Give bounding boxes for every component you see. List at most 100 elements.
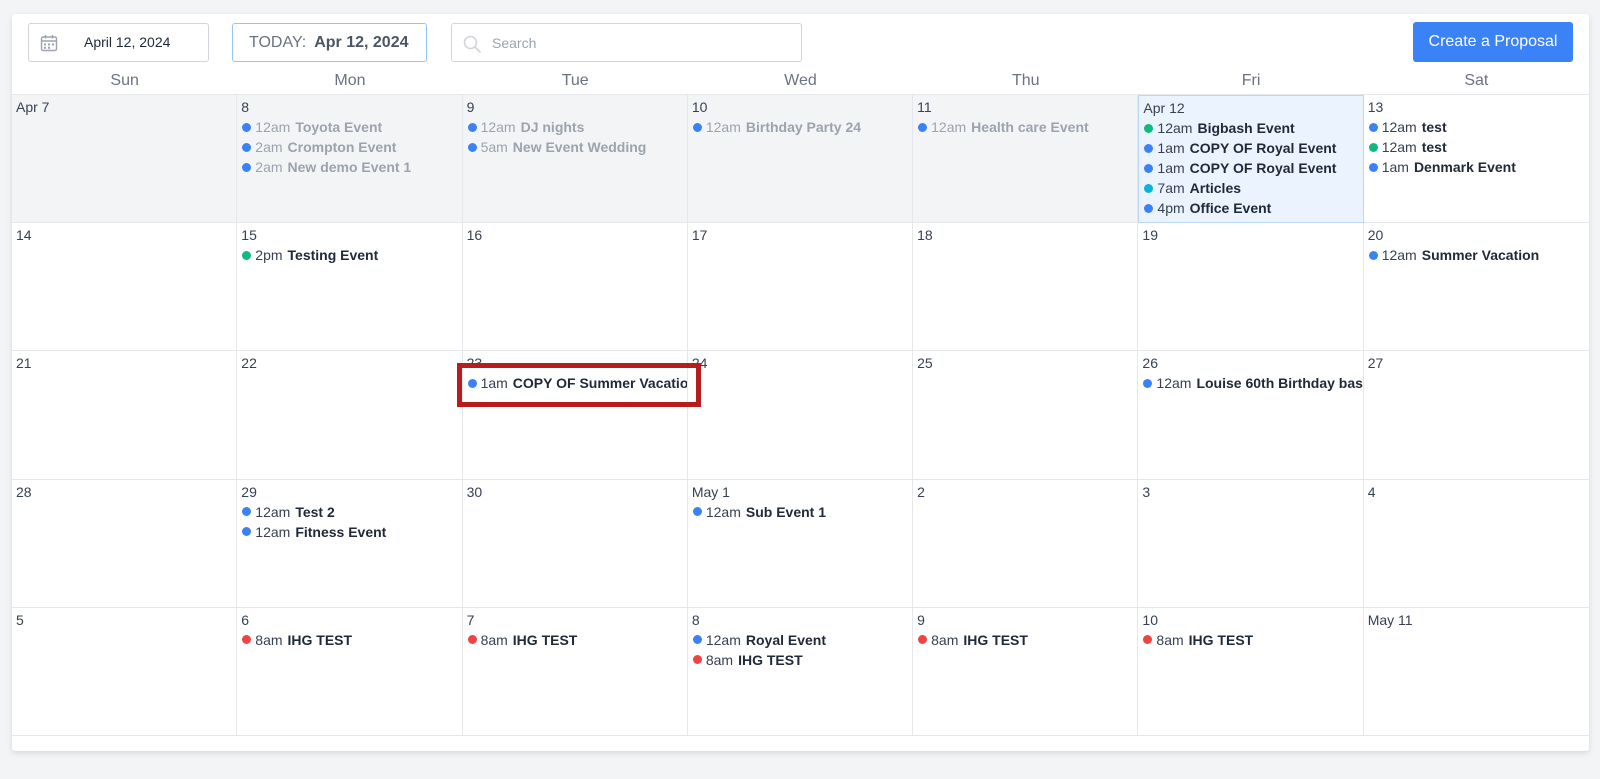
day-cell[interactable]: 9 8am IHG TEST [913,607,1139,736]
calendar-event[interactable]: 2am New demo Event 1 [241,157,457,177]
calendar-event[interactable]: 8am IHG TEST [467,630,683,650]
calendar-event[interactable]: 12am Royal Event [692,630,908,650]
day-cell[interactable]: 10 12am Birthday Party 24 [687,95,914,224]
day-cell[interactable]: 7 8am IHG TEST [462,607,688,736]
day-cell[interactable]: 18 [913,223,1139,352]
day-cell[interactable]: May 1 12am Sub Event 1 [687,479,914,608]
day-cell[interactable]: 14 [12,223,238,352]
calendar-event[interactable]: 8am IHG TEST [692,650,908,670]
day-cell[interactable]: 19 [1138,223,1364,352]
calendar-event[interactable]: 8am IHG TEST [1142,630,1358,650]
day-cell[interactable]: 13 12am test 12am test 1am Denmark Event [1363,95,1589,224]
event-time: 4pm [1157,200,1185,216]
day-cell[interactable]: 20 12am Summer Vacation [1363,223,1589,352]
day-number: 15 [241,227,257,244]
event-time: 12am [1381,119,1417,135]
event-title: Office Event [1189,200,1272,216]
day-number: 19 [1142,227,1158,244]
event-title: Toyota Event [295,119,383,135]
day-cell[interactable]: 17 [687,223,914,352]
day-cell[interactable]: 23 1am COPY OF Summer Vacation [462,351,688,480]
calendar-event[interactable]: 12am Birthday Party 24 [692,117,908,137]
calendar-event[interactable]: 12am Louise 60th Birthday bash [1142,373,1363,393]
search-input[interactable] [492,32,792,54]
calendar-event[interactable]: 1am COPY OF Summer Vacation [467,373,687,393]
calendar-event[interactable]: 2am Crompton Event [241,137,457,157]
day-cell[interactable]: 25 [913,351,1139,480]
day-cell[interactable]: 11 12am Health care Event [913,95,1139,224]
calendar-event[interactable]: 12am Health care Event [917,117,1133,137]
event-title: Louise 60th Birthday bash [1196,375,1364,392]
today-label: TODAY: [249,33,307,51]
event-title: Sub Event 1 [745,503,827,520]
event-title: Royal Event [745,631,827,648]
event-title: test [1421,119,1447,135]
event-dot-icon [467,122,477,132]
calendar-event[interactable]: 12am Sub Event 1 [692,502,908,522]
date-picker[interactable]: April 12, 2024 [28,23,209,62]
day-cell[interactable]: 8 12am Toyota Event 2am Crompton Event 2am New… [237,95,463,224]
search-box[interactable] [451,23,802,62]
calendar-event[interactable]: 1am COPY OF Royal Event [1143,138,1358,158]
event-title: COPY OF Royal Event [1189,140,1337,156]
calendar-event[interactable]: 8am IHG TEST [241,630,457,650]
calendar-event[interactable]: 7am Articles [1143,178,1358,198]
day-cell[interactable]: 4 [1363,479,1589,608]
day-cell[interactable]: 3 [1138,479,1364,608]
day-cell[interactable]: 22 [237,351,463,480]
day-of-week-sun: Sun [110,72,139,89]
calendar-event[interactable]: 8am IHG TEST [917,630,1133,650]
day-cell[interactable]: 9 12am DJ nights 5am New Event Wedding [462,95,688,224]
day-number: 18 [917,227,933,244]
day-of-week-tue: Tue [561,72,589,89]
calendar-event[interactable]: 5am New Event Wedding [467,137,683,157]
calendar-event[interactable]: 12am Fitness Event [241,522,457,542]
day-cell[interactable]: 30 [462,479,688,608]
day-cell[interactable]: 5 [12,607,238,736]
day-cell[interactable]: 6 8am IHG TEST [237,607,463,736]
day-number: 27 [1367,355,1384,372]
day-cell[interactable]: 29 12am Test 2 12am Fitness Event [237,479,463,608]
day-cell[interactable]: Apr 7 [12,95,238,224]
day-number: 7 [466,611,475,628]
calendar-event[interactable]: 1am Denmark Event [1368,157,1585,177]
day-number: Apr 7 [16,99,50,115]
day-cell[interactable]: 26 12am Louise 60th Birthday bash [1138,351,1364,480]
day-cell[interactable]: 27 [1363,351,1589,480]
calendar-event[interactable]: 12am Summer Vacation [1368,245,1585,265]
day-cell[interactable]: 10 8am IHG TEST [1138,607,1364,736]
today-button[interactable]: TODAY: Apr 12, 2024 [232,23,427,62]
month-grid: Apr 7 8 12am Toyota Event 2am Crompton Event 2… [12,94,1589,736]
event-time: 8am [480,631,508,648]
day-cell[interactable]: 8 12am Royal Event 8am IHG TEST [687,607,914,736]
create-proposal-button[interactable]: Create a Proposal [1413,22,1573,62]
search-icon [463,35,481,53]
event-title: New demo Event 1 [287,159,412,175]
day-of-week-wed: Wed [784,72,817,89]
calendar-event[interactable]: 1am COPY OF Royal Event [1143,158,1358,178]
event-time: 12am [255,523,291,540]
day-cell[interactable]: 16 [462,223,688,352]
event-time: 12am [705,631,741,648]
day-cell[interactable]: 2 [913,479,1139,608]
day-cell[interactable]: 24 [687,351,914,480]
day-number: 8 [241,99,250,115]
day-number: 10 [1142,611,1158,628]
day-cell[interactable]: 15 2pm Testing Event [237,223,463,352]
calendar-event[interactable]: 2pm Testing Event [241,245,457,265]
day-cell[interactable]: 28 [12,479,238,608]
day-cell[interactable]: 21 [12,351,238,480]
calendar-event[interactable]: 4pm Office Event [1143,198,1358,218]
calendar-event[interactable]: 12am Test 2 [241,502,457,522]
day-cell[interactable]: Apr 12 12am Bigbash Event 1am COPY OF Royal … [1138,95,1364,224]
day-cell[interactable]: May 11 [1363,607,1589,736]
day-number: 9 [466,99,475,115]
calendar-event[interactable]: 12am DJ nights [467,117,683,137]
calendar-event[interactable]: 12am Toyota Event [241,117,457,137]
event-title: IHG TEST [512,631,578,648]
event-time: 12am [1381,247,1417,264]
calendar-event[interactable]: 12am test [1368,117,1585,137]
event-dot-icon [692,635,702,645]
calendar-event[interactable]: 12am test [1368,137,1585,157]
calendar-event[interactable]: 12am Bigbash Event [1143,118,1358,138]
